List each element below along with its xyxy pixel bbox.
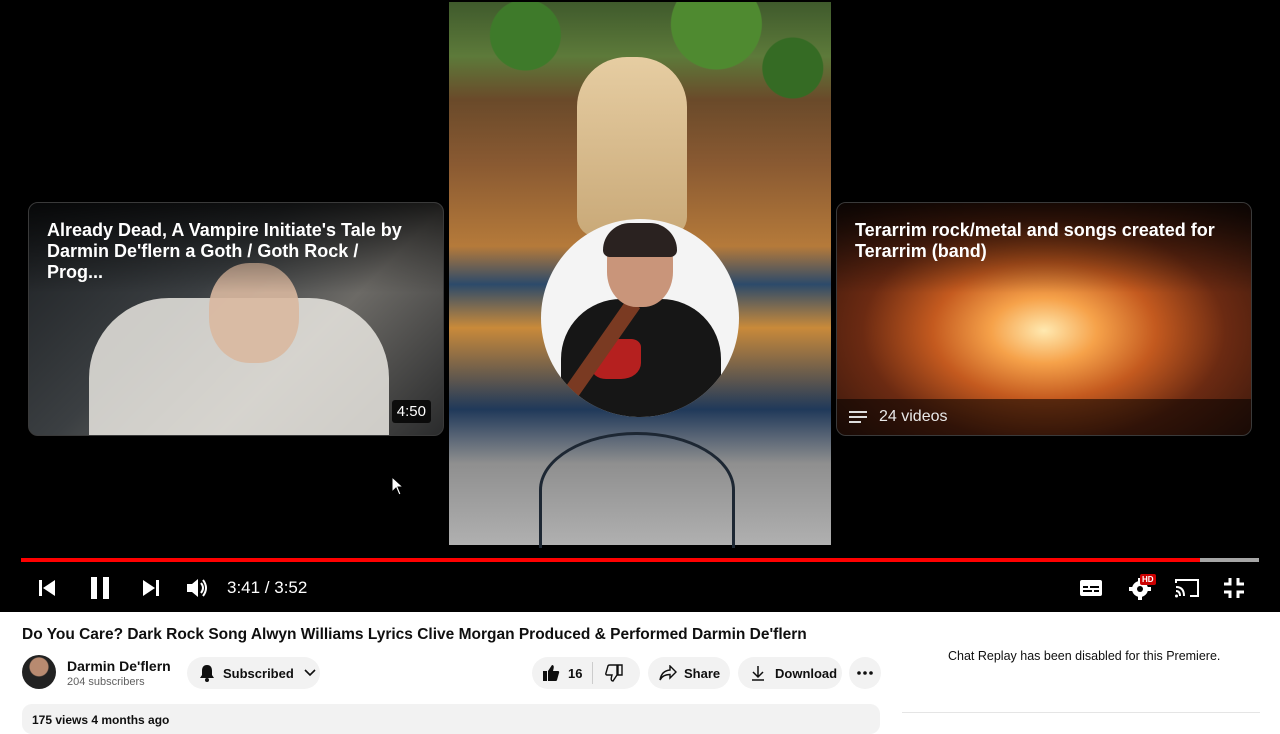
channel-watermark-avatar[interactable] bbox=[541, 219, 739, 417]
previous-icon bbox=[39, 580, 55, 596]
bell-icon bbox=[200, 665, 214, 682]
chevron-down-icon bbox=[304, 669, 316, 677]
volume-button[interactable] bbox=[185, 576, 209, 600]
exit-fullscreen-button[interactable] bbox=[1222, 576, 1246, 600]
download-label: Download bbox=[775, 665, 838, 681]
pause-icon bbox=[91, 577, 109, 599]
dislike-button[interactable] bbox=[593, 664, 624, 682]
download-button[interactable]: Download bbox=[738, 657, 842, 689]
playlist-count-bar: 24 videos bbox=[837, 399, 1251, 435]
thumbs-down-icon bbox=[605, 664, 624, 682]
progress-bar[interactable] bbox=[21, 558, 1259, 562]
end-card-playlist[interactable]: Terarrim rock/metal and songs created fo… bbox=[836, 202, 1252, 436]
subscribed-button[interactable]: Subscribed bbox=[187, 657, 320, 689]
subtitles-button[interactable] bbox=[1078, 576, 1104, 600]
share-icon bbox=[659, 665, 677, 681]
end-card-video[interactable]: Already Dead, A Vampire Initiate's Tale … bbox=[28, 202, 444, 436]
like-button[interactable]: 16 bbox=[532, 662, 594, 684]
video-scene-stool bbox=[539, 432, 735, 548]
cast-icon bbox=[1175, 579, 1199, 598]
playlist-video-count: 24 videos bbox=[879, 408, 948, 425]
previous-button[interactable] bbox=[36, 576, 58, 600]
description-box[interactable]: 175 views 4 months ago bbox=[22, 704, 880, 734]
mouse-cursor-icon bbox=[391, 476, 405, 496]
end-card-video-title: Already Dead, A Vampire Initiate's Tale … bbox=[47, 220, 402, 282]
description-views-date: 175 views 4 months ago bbox=[32, 713, 170, 727]
exit-fullscreen-icon bbox=[1224, 578, 1244, 598]
end-card-playlist-title: Terarrim rock/metal and songs created fo… bbox=[855, 220, 1215, 261]
subscribed-label: Subscribed bbox=[223, 665, 294, 681]
chat-replay-disabled-note: Chat Replay has been disabled for this P… bbox=[948, 649, 1221, 663]
channel-name[interactable]: Darmin De'flern bbox=[67, 658, 171, 674]
subscriber-count: 204 subscribers bbox=[67, 676, 145, 688]
thumbs-up-icon bbox=[543, 665, 560, 681]
more-horizontal-icon bbox=[857, 671, 873, 675]
next-button[interactable] bbox=[140, 576, 162, 600]
settings-button[interactable]: HD bbox=[1126, 574, 1156, 600]
next-icon bbox=[143, 580, 159, 596]
share-button[interactable]: Share bbox=[648, 657, 730, 689]
volume-icon bbox=[187, 579, 207, 597]
end-card-duration: 4:50 bbox=[391, 400, 431, 423]
hd-badge: HD bbox=[1140, 574, 1156, 585]
player-controls: 3:41 / 3:52 HD bbox=[0, 566, 1280, 610]
video-scene-person bbox=[577, 57, 687, 237]
like-dislike-group: 16 bbox=[532, 657, 640, 689]
subtitles-icon bbox=[1080, 580, 1102, 596]
download-icon bbox=[752, 666, 764, 681]
cast-button[interactable] bbox=[1173, 576, 1201, 600]
share-label: Share bbox=[684, 665, 721, 681]
like-count: 16 bbox=[568, 665, 583, 681]
avatar-hair bbox=[603, 223, 677, 257]
progress-played bbox=[21, 558, 1200, 562]
chat-panel-edge bbox=[902, 712, 1260, 725]
video-title: Do You Care? Dark Rock Song Alwyn Willia… bbox=[22, 626, 807, 643]
time-display: 3:41 / 3:52 bbox=[227, 578, 308, 597]
pause-button[interactable] bbox=[88, 576, 112, 600]
playlist-icon bbox=[849, 411, 867, 423]
channel-avatar[interactable] bbox=[22, 655, 56, 689]
more-actions-button[interactable] bbox=[849, 657, 881, 689]
video-player[interactable]: Already Dead, A Vampire Initiate's Tale … bbox=[0, 0, 1280, 612]
